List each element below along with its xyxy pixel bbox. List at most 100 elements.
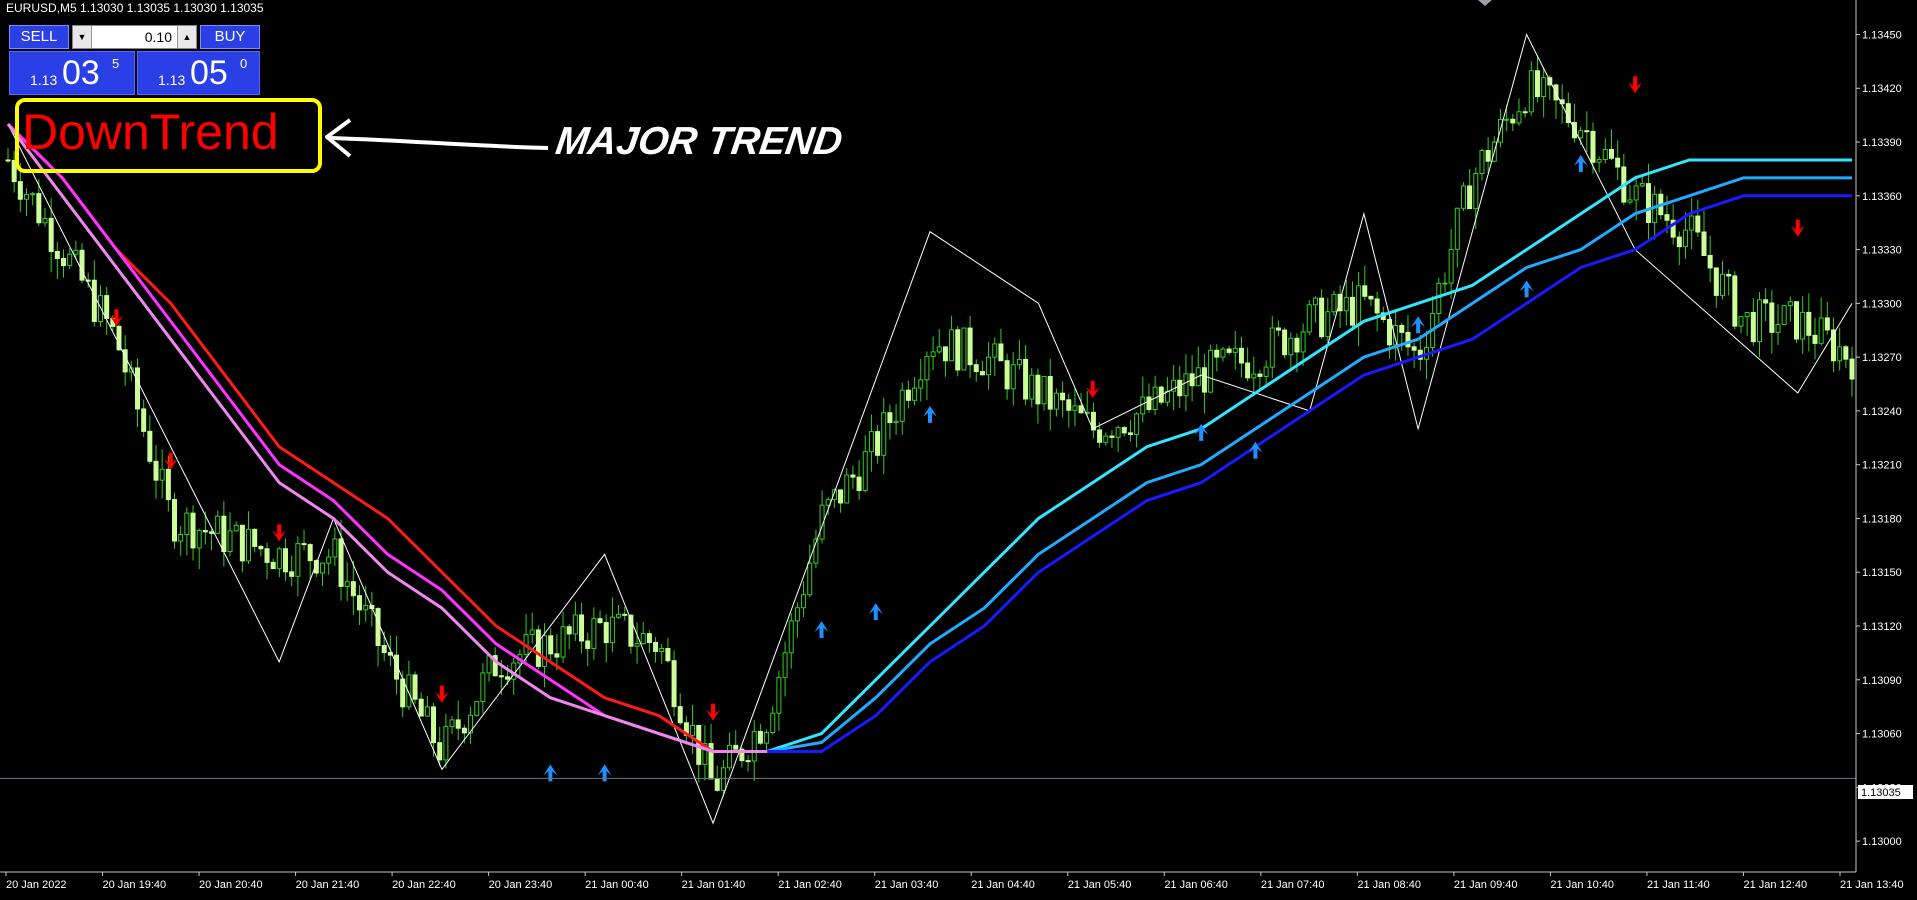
candle-body: [221, 515, 227, 553]
time-tick-label: 21 Jan 09:40: [1454, 879, 1518, 891]
candle-body: [1645, 183, 1651, 223]
time-tick-label: 21 Jan 05:40: [1068, 879, 1132, 891]
candle-body: [246, 528, 252, 562]
candle-body: [665, 647, 671, 662]
candle-body: [1362, 285, 1368, 297]
time-tick-label: 20 Jan 2022: [6, 879, 67, 891]
candle-body: [36, 193, 42, 224]
candle-body: [1781, 305, 1787, 326]
candle-body: [1356, 285, 1362, 326]
time-tick-label: 20 Jan 20:40: [199, 879, 263, 891]
price-tick-label: 1.13390: [1862, 137, 1902, 149]
lot-decrease-icon[interactable]: ▼: [73, 26, 92, 48]
candle-body: [1368, 295, 1374, 300]
candle-body: [443, 726, 449, 761]
lot-increase-icon[interactable]: ▲: [177, 26, 196, 48]
candle-body: [1467, 185, 1473, 210]
candle-body: [1294, 337, 1300, 353]
candle-body: [690, 724, 696, 736]
candle-body: [714, 778, 720, 791]
time-tick-label: 21 Jan 12:40: [1743, 879, 1807, 891]
candle-body: [1756, 299, 1762, 343]
candle-body: [202, 530, 208, 533]
candle-body: [1800, 311, 1806, 340]
candle-body: [474, 701, 480, 716]
candle-body: [1121, 427, 1127, 434]
candle-body: [1029, 374, 1035, 400]
candle-body: [215, 515, 221, 534]
lot-size-input[interactable]: ▼ 0.10 ▲: [72, 25, 197, 49]
buy-quote[interactable]: 1.13 05 0: [137, 51, 260, 95]
candle-body: [1837, 346, 1843, 362]
candle-body: [61, 257, 67, 267]
candle-body: [1331, 293, 1337, 313]
candle-body: [1485, 150, 1491, 162]
candle-body: [264, 548, 270, 563]
candle-body: [1257, 373, 1263, 377]
candle-body: [1115, 427, 1121, 438]
price-tick-label: 1.13450: [1862, 29, 1902, 41]
candle-body: [233, 524, 239, 532]
candle-body: [258, 545, 264, 550]
buy-button[interactable]: BUY: [200, 25, 260, 49]
candle-body: [1695, 215, 1701, 233]
candle-body: [1263, 366, 1269, 377]
candle-body: [54, 250, 60, 259]
candle-body: [1849, 358, 1855, 380]
candle-body: [104, 295, 110, 319]
candle-body: [1504, 118, 1510, 121]
candle-body: [1806, 311, 1812, 336]
sell-button[interactable]: SELL: [9, 25, 69, 49]
candle-body: [270, 561, 276, 570]
candle-body: [764, 732, 770, 744]
buy-quote-pips: 05: [190, 54, 228, 92]
candle-body: [1522, 111, 1528, 114]
candle-body: [332, 538, 338, 558]
candle-body: [1103, 435, 1109, 443]
candle-body: [1689, 215, 1695, 231]
candle-body: [1405, 331, 1411, 348]
candle-body: [1146, 396, 1152, 411]
candle-body: [646, 633, 652, 643]
candle-body: [498, 675, 504, 678]
candle-body: [344, 581, 350, 587]
candle-body: [1386, 318, 1392, 346]
candle-body: [850, 474, 856, 478]
time-tick-label: 20 Jan 19:40: [103, 879, 167, 891]
symbol-info-bar: EURUSD,M5 1.13030 1.13035 1.13030 1.1303…: [6, 1, 264, 15]
major-trend-label: MAJOR TREND: [553, 120, 846, 163]
candle-body: [301, 543, 307, 546]
candle-body: [591, 618, 597, 649]
candle-body: [363, 604, 369, 611]
candle-body: [1615, 157, 1621, 168]
candle-body: [30, 193, 36, 196]
candle-body: [856, 476, 862, 491]
sell-quote[interactable]: 1.13 03 5: [9, 51, 135, 95]
candle-body: [585, 640, 591, 649]
candle-body: [838, 489, 844, 504]
candle-body: [1288, 337, 1294, 356]
candle-body: [1534, 70, 1540, 98]
candle-body: [42, 217, 48, 224]
candle-body: [24, 194, 30, 200]
candle-body: [1010, 364, 1016, 390]
candle-body: [17, 181, 23, 200]
price-tick-label: 1.13210: [1862, 460, 1902, 472]
candle-body: [1275, 327, 1281, 331]
candle-body: [1448, 248, 1454, 284]
candle-body: [727, 744, 733, 769]
candle-body: [1541, 77, 1547, 98]
candle-body: [1097, 429, 1103, 443]
candle-body: [289, 571, 295, 577]
candle-body: [912, 387, 918, 401]
candle-body: [1325, 311, 1331, 338]
candle-body: [1399, 324, 1405, 333]
candle-body: [1238, 347, 1244, 364]
candle-body: [307, 544, 313, 562]
candle-body: [1750, 311, 1756, 343]
candle-body: [1066, 399, 1072, 411]
candle-body: [794, 607, 800, 622]
candle-body: [295, 543, 301, 577]
candle-body: [1676, 236, 1682, 248]
candle-body: [1306, 304, 1312, 333]
